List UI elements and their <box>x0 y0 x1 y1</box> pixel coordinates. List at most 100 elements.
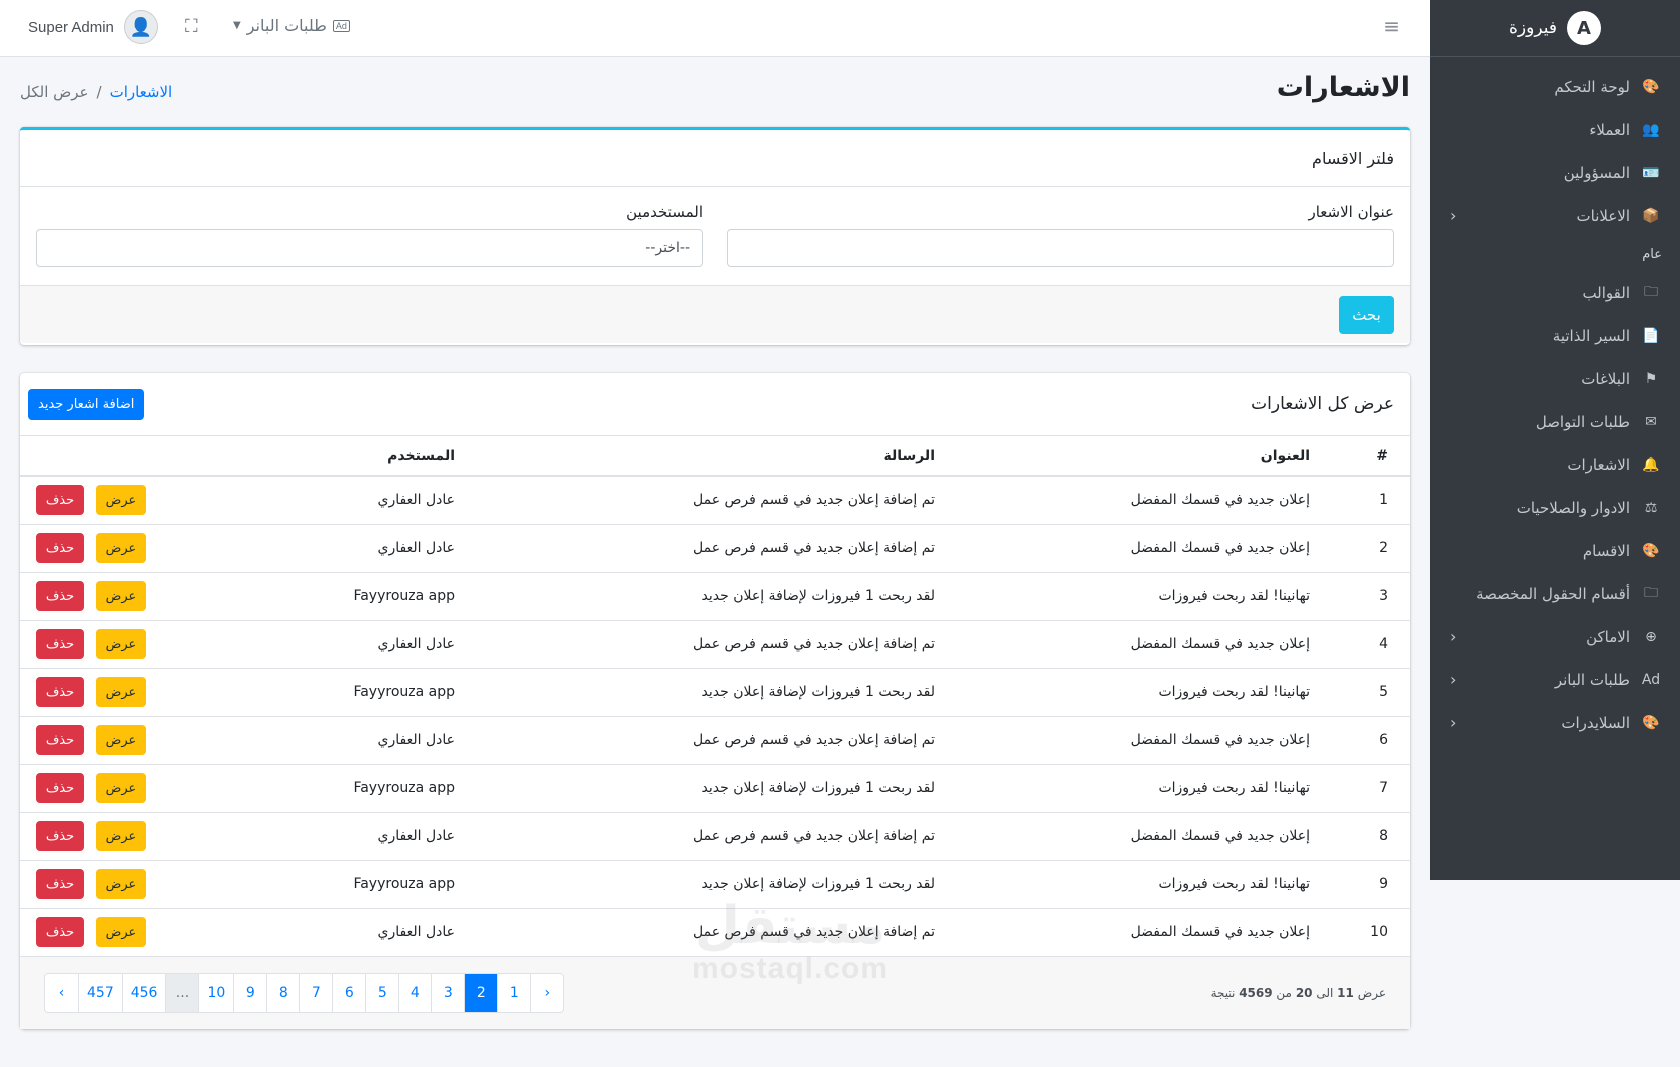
sidebar-item-items2-2[interactable]: ⚑ البلاغات <box>1430 357 1680 400</box>
notifications-card-title: عرض كل الاشعارات <box>1251 394 1394 414</box>
pagination-page[interactable]: 3 <box>431 973 464 1012</box>
brand[interactable]: A فيروزة <box>1430 0 1680 57</box>
delete-button[interactable]: حذف <box>36 581 84 611</box>
column-header-user: المستخدم <box>307 436 467 477</box>
view-button[interactable]: عرض <box>96 773 146 803</box>
add-notification-button[interactable]: اضافة اشعار جديد <box>28 388 145 420</box>
search-button[interactable]: بحث <box>1339 295 1394 334</box>
sidebar-nav: 🎨 لوحة التحكم 👥 العملاء 🪪 المسؤولين 📦 الاعلانات… <box>1430 57 1680 744</box>
view-button[interactable]: عرض <box>96 821 146 851</box>
pagination-page[interactable]: 7 <box>299 973 332 1012</box>
sidebar-item-items2-3[interactable]: ✉ طلبات التواصل <box>1430 400 1680 443</box>
hamburger-menu-icon[interactable]: ≡ <box>1383 14 1400 38</box>
table-body: 1 إعلان جديد في قسمك المفضل تم إضافة إعلان… <box>20 476 1410 957</box>
row-actions: عرض حذف <box>20 812 307 861</box>
delete-button[interactable]: حذف <box>36 725 84 755</box>
table-row: 3 تهانينا! لقد ربحت فيروزات لقد ربحت 1 فير… <box>20 572 1410 621</box>
pagination-page: ... <box>165 973 199 1012</box>
delete-button[interactable]: حذف <box>36 677 84 707</box>
title-field-input[interactable] <box>727 229 1394 267</box>
title-field-label: عنوان الاشعار <box>1308 203 1394 221</box>
pagination-page[interactable]: 10 <box>198 973 233 1012</box>
table-header-row: # العنوان الرسالة المستخدم <box>20 436 1410 477</box>
row-user: عادل العفاري <box>307 524 467 573</box>
pagination-page[interactable]: 2 <box>464 973 498 1012</box>
sidebar-item-items2-4[interactable]: 🔔 الاشعارات <box>1430 443 1680 486</box>
row-number: 10 <box>1322 908 1410 957</box>
pagination-page[interactable]: 9 <box>233 973 266 1012</box>
sidebar-item-label: السير الذاتية <box>1552 326 1630 345</box>
title-field-group: عنوان الاشعار <box>727 203 1394 267</box>
table-row: 2 إعلان جديد في قسمك المفضل تم إضافة إعلان… <box>20 524 1410 573</box>
folder-icon: 🗀 <box>1644 283 1658 300</box>
pagination: ‹ 1 2 3 4 5 6 7 8 9 10... 456 457 › <box>44 972 565 1013</box>
pagination-page[interactable]: 8 <box>266 973 299 1012</box>
view-button[interactable]: عرض <box>96 629 146 659</box>
sidebar-item-items2-0[interactable]: 🗀 القوالب <box>1430 271 1680 314</box>
sidebar-item-items-3[interactable]: 📦 الاعلانات ‹ <box>1430 194 1680 237</box>
view-button[interactable]: عرض <box>96 917 146 947</box>
delete-button[interactable]: حذف <box>36 869 84 899</box>
user-menu[interactable]: Super Admin 👤 <box>28 10 158 44</box>
row-user: عادل العفاري <box>307 908 467 957</box>
pagination-page[interactable]: 1 <box>497 973 530 1012</box>
sidebar-item-items-2[interactable]: 🪪 المسؤولين <box>1430 151 1680 194</box>
delete-button[interactable]: حذف <box>36 917 84 947</box>
row-user: Fayyrouza app <box>307 668 467 717</box>
row-message: لقد ربحت 1 فيروزات لإضافة إعلان جديد <box>467 668 947 717</box>
sidebar-item-items2-5[interactable]: ⚖ الادوار والصلاحيات <box>1430 486 1680 529</box>
sidebar-item-label: البلاغات <box>1581 369 1630 388</box>
row-message: لقد ربحت 1 فيروزات لإضافة إعلان جديد <box>467 572 947 621</box>
sidebar-item-items2-1[interactable]: 📄 السير الذاتية <box>1430 314 1680 357</box>
breadcrumb-separator: / <box>96 83 102 101</box>
view-button[interactable]: عرض <box>96 581 146 611</box>
pagination-page[interactable]: 5 <box>365 973 398 1012</box>
delete-button[interactable]: حذف <box>36 629 84 659</box>
pagination-page[interactable]: 4 <box>398 973 431 1012</box>
delete-button[interactable]: حذف <box>36 773 84 803</box>
delete-button[interactable]: حذف <box>36 821 84 851</box>
row-message: تم إضافة إعلان جديد في قسم فرص عمل <box>467 908 947 957</box>
row-number: 4 <box>1322 620 1410 669</box>
breadcrumb: الاشعارات / عرض الكل <box>20 83 172 101</box>
results-prefix: عرض <box>1357 985 1386 1000</box>
flag-icon: ⚑ <box>1644 370 1658 387</box>
sidebar-item-items2-6[interactable]: 🎨 الاقسام <box>1430 529 1680 572</box>
view-button[interactable]: عرض <box>96 677 146 707</box>
sidebar-item-items2-9[interactable]: Ad طلبات البانر ‹ <box>1430 658 1680 701</box>
sidebar-item-label: الاعلانات <box>1576 206 1631 225</box>
banner-menu-label: طلبات البانر <box>246 16 327 35</box>
delete-button[interactable]: حذف <box>36 533 84 563</box>
row-actions: عرض حذف <box>20 668 307 717</box>
results-to: 20 <box>1295 985 1313 1000</box>
caret-down-icon: ▼ <box>233 20 241 31</box>
pagination-page[interactable]: 456 <box>121 973 166 1012</box>
row-actions: عرض حذف <box>20 764 307 813</box>
delete-button[interactable]: حذف <box>36 485 84 516</box>
banner-requests-menu[interactable]: Ad طلبات البانر ▼ <box>233 16 350 35</box>
view-button[interactable]: عرض <box>96 533 146 563</box>
sidebar-item-items2-8[interactable]: ⊕ الاماكن ‹ <box>1430 615 1680 658</box>
users-select[interactable]: --اختر-- <box>36 229 703 267</box>
sidebar-item-label: العملاء <box>1589 120 1630 139</box>
row-message: تم إضافة إعلان جديد في قسم فرص عمل <box>467 476 947 525</box>
breadcrumb-link[interactable]: الاشعارات <box>110 83 173 101</box>
view-button[interactable]: عرض <box>96 725 146 755</box>
sidebar-item-label: الاشعارات <box>1567 455 1630 474</box>
sidebar-item-items2-7[interactable]: 🗀 أقسام الحقول المخصصة <box>1430 572 1680 615</box>
row-user: Fayyrouza app <box>307 764 467 813</box>
pagination-prev[interactable]: ‹ <box>530 973 563 1012</box>
pagination-page[interactable]: 6 <box>332 973 365 1012</box>
results-total: 4569 <box>1239 985 1273 1000</box>
sidebar-item-items2-10[interactable]: 🎨 السلايدرات ‹ <box>1430 701 1680 744</box>
pagination-page[interactable]: 457 <box>78 973 122 1012</box>
sidebar-item-items-1[interactable]: 👥 العملاء <box>1430 108 1680 151</box>
view-button[interactable]: عرض <box>96 869 146 899</box>
box-icon: 📦 <box>1642 207 1660 224</box>
sidebar-item-items-0[interactable]: 🎨 لوحة التحكم <box>1430 65 1680 108</box>
filter-card-title: فلتر الاقسام <box>20 130 1410 187</box>
fullscreen-icon[interactable]: ⛶ <box>185 16 198 37</box>
view-button[interactable]: عرض <box>96 485 146 516</box>
pagination-next[interactable]: › <box>45 974 78 1012</box>
row-actions: عرض حذف <box>20 908 307 957</box>
